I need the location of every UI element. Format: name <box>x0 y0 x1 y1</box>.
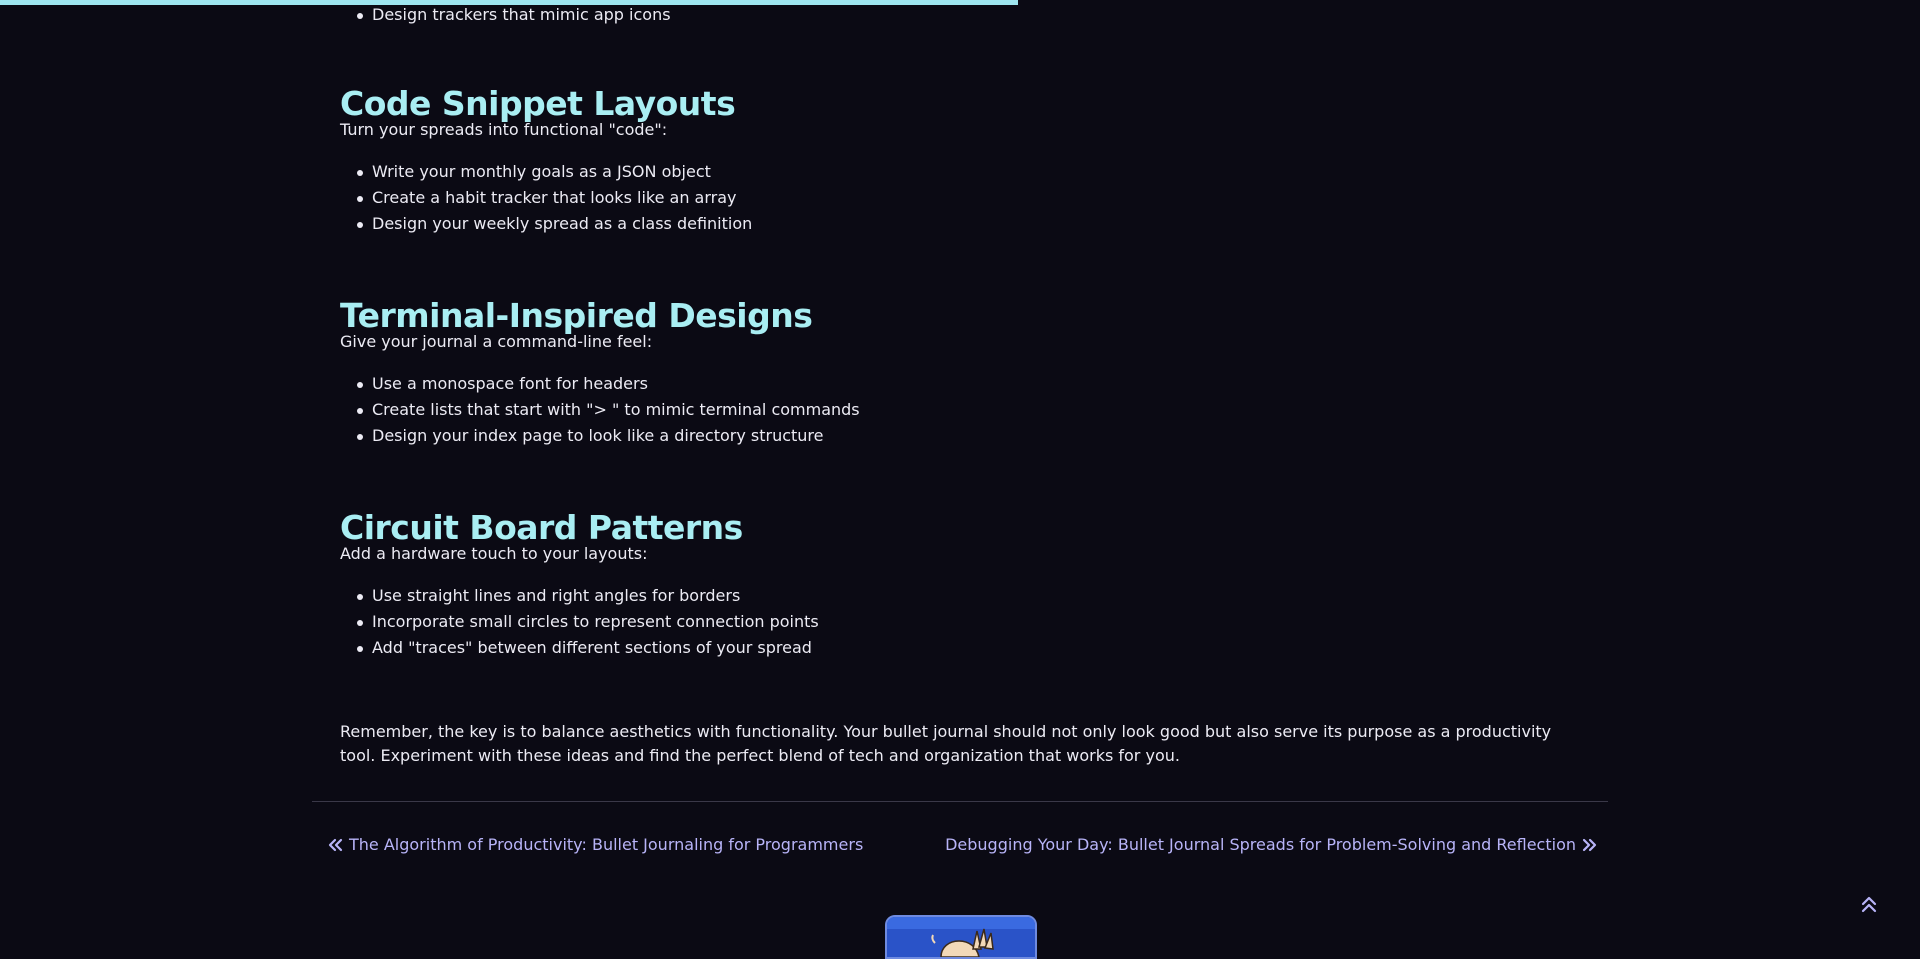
section-intro: Add a hardware touch to your layouts: <box>340 544 648 563</box>
section-intro: Give your journal a command-line feel: <box>340 332 653 351</box>
section-intro: Turn your spreads into functional "code"… <box>340 120 668 139</box>
previous-list: Design trackers that mimic app icons <box>340 2 671 28</box>
double-chevron-left-icon <box>328 838 343 852</box>
section-list: Use straight lines and right angles for … <box>340 583 1590 661</box>
reading-progress-bar <box>0 0 1920 5</box>
section-terminal-inspired-designs: Terminal-Inspired Designs Give your jour… <box>340 296 1590 449</box>
list-item: Design your index page to look like a di… <box>357 423 1590 449</box>
list-item: Design trackers that mimic app icons <box>357 2 671 28</box>
previous-post-title: The Algorithm of Productivity: Bullet Jo… <box>349 835 864 854</box>
list-item: Incorporate small circles to represent c… <box>357 609 1590 635</box>
author-avatar <box>885 915 1037 959</box>
back-to-top-button[interactable] <box>1861 895 1877 915</box>
article-conclusion: Remember, the key is to balance aestheti… <box>340 722 1552 765</box>
section-circuit-board-patterns: Circuit Board Patterns Add a hardware to… <box>340 508 1590 661</box>
section-list: Write your monthly goals as a JSON objec… <box>340 159 1590 237</box>
list-item: Create lists that start with "> " to mim… <box>357 397 1590 423</box>
avatar-illustration <box>887 917 1035 957</box>
section-list: Use a monospace font for headers Create … <box>340 371 1590 449</box>
list-item: Create a habit tracker that looks like a… <box>357 185 1590 211</box>
list-item: Design your weekly spread as a class def… <box>357 211 1590 237</box>
next-post-title: Debugging Your Day: Bullet Journal Sprea… <box>945 835 1576 854</box>
post-divider <box>312 801 1608 802</box>
next-post-link[interactable]: Debugging Your Day: Bullet Journal Sprea… <box>945 834 1597 856</box>
list-item: Use straight lines and right angles for … <box>357 583 1590 609</box>
list-item: Use a monospace font for headers <box>357 371 1590 397</box>
section-code-snippet-layouts: Code Snippet Layouts Turn your spreads i… <box>340 84 1590 237</box>
list-item: Write your monthly goals as a JSON objec… <box>357 159 1590 185</box>
double-chevron-up-icon <box>1861 896 1877 919</box>
double-chevron-right-icon <box>1582 838 1597 852</box>
previous-post-link[interactable]: The Algorithm of Productivity: Bullet Jo… <box>328 834 863 856</box>
list-item: Add "traces" between different sections … <box>357 635 1590 661</box>
